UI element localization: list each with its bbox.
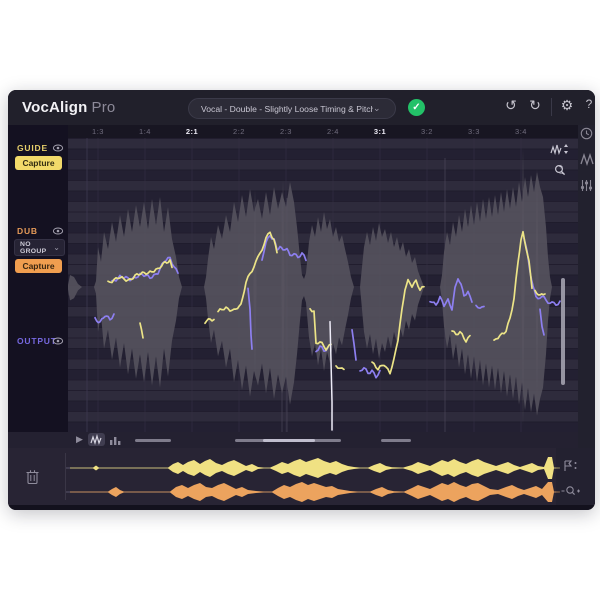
output-visibility-eye-icon[interactable]	[52, 335, 64, 347]
guide-capture-button[interactable]: Capture	[15, 156, 62, 170]
right-toolbar-rail	[578, 125, 595, 448]
waveform-pitch-editor[interactable]: + −	[68, 138, 578, 432]
zoom-tool-icon[interactable]: + −	[554, 164, 568, 178]
dub-capture-button[interactable]: Capture	[15, 259, 62, 273]
help-button[interactable]: ?	[579, 97, 595, 111]
header-bar: VocAlign Pro Vocal - Double - Slightly Lo…	[8, 90, 595, 125]
timeline-tick: 2:4	[327, 127, 339, 136]
timeline-tick: 3:3	[468, 127, 480, 136]
timeline-tick: 2:3	[280, 127, 292, 136]
transport-row: ▶	[8, 432, 578, 448]
header-divider	[551, 98, 552, 116]
overview-scrollbar-segment[interactable]	[135, 439, 171, 442]
timeline-ruler[interactable]: 1:3 1:4 2:1 2:2 2:3 2:4 3:1 3:2 3:3 3:4	[68, 125, 578, 138]
history-clock-icon[interactable]	[578, 127, 595, 145]
timeline-tick: 1:3	[92, 127, 104, 136]
capture-waveform-panel	[8, 448, 595, 505]
app-title-suffix: Pro	[91, 99, 116, 116]
captured-audio-lanes[interactable]	[8, 448, 595, 505]
undo-button[interactable]: ↺	[501, 97, 521, 114]
app-title-bold: VocAlign	[22, 99, 88, 116]
vocalign-plugin-window: VocAlign Pro Vocal - Double - Slightly Lo…	[8, 90, 595, 510]
timeline-tick: 3:2	[421, 127, 433, 136]
overview-scrollbar-segment[interactable]	[381, 439, 411, 442]
dub-group-label: NO GROUP	[20, 240, 47, 255]
preset-dropdown[interactable]: Vocal - Double - Slightly Loose Timing &…	[188, 98, 396, 119]
chevron-down-icon: ⌄	[373, 103, 381, 113]
screenshot-canvas: VocAlign Pro Vocal - Double - Slightly Lo…	[0, 0, 600, 600]
output-track-label: OUTPUT	[17, 336, 57, 346]
panel-divider	[65, 453, 66, 500]
dub-track-label: DUB	[17, 226, 38, 236]
gear-icon[interactable]: ⚙	[557, 97, 577, 114]
vertical-scrollbar[interactable]	[561, 278, 565, 385]
guide-visibility-eye-icon[interactable]	[52, 142, 64, 154]
settings-sliders-icon[interactable]	[578, 179, 595, 197]
preset-label: Vocal - Double - Slightly Loose Timing &…	[201, 103, 373, 114]
timeline-tick: 1:4	[139, 127, 151, 136]
bars-view-icon[interactable]	[110, 435, 121, 447]
pitch-trace-icon[interactable]	[578, 152, 595, 171]
track-sidebar: GUIDE Capture DUB NO GROUP ⌄ Capture OUT…	[8, 125, 68, 432]
timeline-tick: 3:4	[515, 127, 527, 136]
guide-track-label: GUIDE	[17, 143, 48, 153]
window-bottom-edge	[8, 505, 595, 510]
preset-saved-check-icon: ✓	[408, 99, 425, 116]
timeline-tick: 2:1	[185, 127, 199, 136]
overview-scrollbar-thumb[interactable]	[263, 439, 315, 442]
app-title: VocAlign Pro	[22, 99, 115, 116]
play-icon[interactable]: ▶	[76, 434, 83, 445]
warp-mode-button[interactable]	[88, 433, 105, 446]
editor-graphics	[68, 138, 565, 432]
dub-visibility-eye-icon[interactable]	[52, 225, 64, 237]
dub-group-dropdown[interactable]: NO GROUP ⌄	[14, 239, 65, 256]
redo-button[interactable]: ↻	[525, 97, 545, 114]
timeline-tick: 2:2	[233, 127, 245, 136]
timeline-tick: 3:1	[373, 127, 387, 136]
chevron-down-icon: ⌄	[53, 243, 60, 252]
